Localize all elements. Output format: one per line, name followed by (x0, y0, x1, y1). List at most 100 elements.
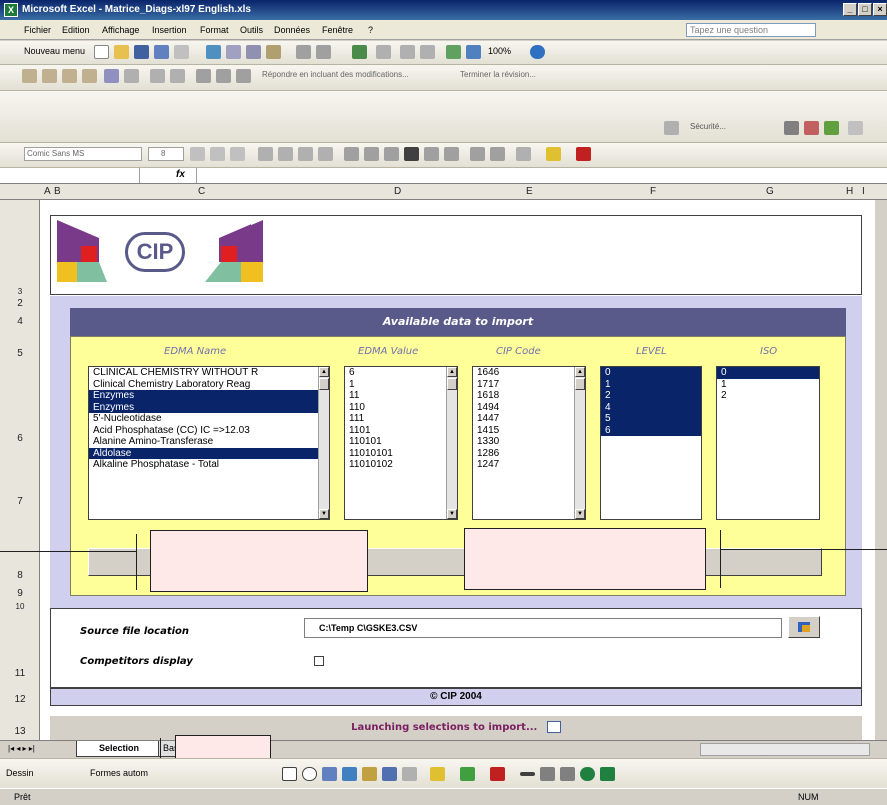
row-header-11[interactable]: 11 (0, 668, 40, 679)
line-color-icon[interactable] (460, 767, 475, 781)
save-icon[interactable] (134, 45, 149, 59)
col-header-c[interactable]: C (198, 186, 205, 197)
level-item[interactable]: 1 (601, 378, 701, 390)
edma-name-item[interactable]: 5'-Nucleotidase (89, 413, 329, 425)
minimize-button[interactable]: _ (843, 3, 857, 16)
picture-icon[interactable] (402, 767, 417, 781)
col-header-g[interactable]: G (766, 186, 774, 197)
competitors-checkbox[interactable] (314, 656, 324, 666)
redo-icon[interactable] (316, 45, 331, 59)
cip-code-item[interactable]: 1494 (473, 402, 585, 414)
edma-value-item[interactable]: 1 (345, 379, 457, 391)
row-header-8[interactable]: 8 (0, 570, 40, 581)
control-toolbox-icon[interactable] (784, 121, 799, 135)
security-button[interactable]: Sécurité... (690, 122, 726, 131)
level-item[interactable]: 6 (601, 424, 701, 436)
autosum-icon[interactable] (376, 45, 391, 59)
review-icon-11[interactable] (236, 69, 251, 83)
edma-value-item[interactable]: 111 (345, 413, 457, 425)
menu-format[interactable]: Format (200, 25, 229, 35)
edma-value-listbox[interactable]: 6 1 11 110 111 1101 110101 11010101 11010102 ▲ ▼ (344, 366, 458, 520)
level-item[interactable]: 4 (601, 401, 701, 413)
edma-name-item[interactable]: Alkaline Phosphatase - Total (89, 459, 329, 471)
tab-selection[interactable]: Selection (76, 741, 162, 757)
copy-icon[interactable] (246, 45, 261, 59)
scroll-up-icon[interactable]: ▲ (447, 367, 457, 377)
preview-icon[interactable] (174, 45, 189, 59)
fill-color-icon[interactable] (546, 147, 561, 161)
fill-color-draw-icon[interactable] (430, 767, 445, 781)
iso-item[interactable]: 2 (717, 390, 819, 402)
chart-wizard-icon[interactable] (446, 45, 461, 59)
clipart-icon[interactable] (382, 767, 397, 781)
menu-insertion[interactable]: Insertion (152, 25, 187, 35)
undo-icon[interactable] (296, 45, 311, 59)
euro-icon[interactable] (404, 147, 419, 161)
spell-icon[interactable] (206, 45, 221, 59)
font-color-icon[interactable] (576, 147, 591, 161)
italic-icon[interactable] (210, 147, 225, 161)
menu-help[interactable]: ? (368, 25, 373, 35)
underline-icon[interactable] (230, 147, 245, 161)
line-style-icon[interactable] (520, 772, 535, 776)
cip-code-item[interactable]: 1330 (473, 436, 585, 448)
col-header-b[interactable]: B (54, 186, 61, 197)
oval-icon[interactable] (302, 767, 317, 781)
cip-code-item[interactable]: 1717 (473, 379, 585, 391)
scroll-down-icon[interactable]: ▼ (319, 509, 329, 519)
reply-with-changes[interactable]: Répondre en incluant des modifications..… (262, 70, 409, 79)
name-box[interactable] (0, 168, 140, 183)
cip-code-scrollbar[interactable]: ▲ ▼ (574, 367, 585, 519)
launch-import-button[interactable]: Launching selections to import... (50, 716, 862, 740)
fx-icon[interactable]: fx (176, 169, 185, 180)
iso-listbox[interactable]: 012 (716, 366, 820, 520)
tab-nav-arrows[interactable]: |◂ ◂ ▸ ▸| (8, 744, 35, 753)
play-icon[interactable] (664, 121, 679, 135)
level-item[interactable]: 2 (601, 390, 701, 402)
drawing-icon[interactable] (466, 45, 481, 59)
browse-button[interactable] (788, 616, 820, 638)
col-header-d[interactable]: D (394, 186, 401, 197)
cip-code-item[interactable]: 1415 (473, 425, 585, 437)
edma-value-item[interactable]: 11010101 (345, 448, 457, 460)
cip-code-listbox[interactable]: 1646 1717 1618 1494 1447 1415 1330 1286 1247 ▲ ▼ (472, 366, 586, 520)
iso-item[interactable]: 1 (717, 379, 819, 391)
ask-question-input[interactable]: Tapez une question (686, 23, 816, 37)
review-icon-1[interactable] (22, 69, 37, 83)
col-header-a[interactable]: A (44, 186, 51, 197)
horizontal-scrollbar[interactable] (700, 743, 870, 756)
edma-name-item[interactable]: Clinical Chemistry Laboratory Reag (89, 379, 329, 391)
review-icon-5[interactable] (104, 69, 119, 83)
cip-code-item[interactable]: 1618 (473, 390, 585, 402)
review-icon-6[interactable] (124, 69, 139, 83)
review-icon-4[interactable] (82, 69, 97, 83)
cut-icon[interactable] (226, 45, 241, 59)
dec-decimal-icon[interactable] (444, 147, 459, 161)
edma-value-item[interactable]: 11 (345, 390, 457, 402)
menu-affichage[interactable]: Affichage (102, 25, 139, 35)
edma-name-listbox[interactable]: CLINICAL CHEMISTRY WITHOUT R Clinical Che… (88, 366, 330, 520)
align-center-icon[interactable] (278, 147, 293, 161)
scroll-thumb[interactable] (319, 378, 329, 390)
design-mode-icon[interactable] (804, 121, 819, 135)
sort-asc-icon[interactable] (400, 45, 415, 59)
autoshapes-menu[interactable]: Formes autom (90, 768, 148, 778)
thousands-icon[interactable] (384, 147, 399, 161)
row-header-7[interactable]: 7 (0, 496, 40, 507)
zoom-select[interactable]: 100% (488, 46, 511, 56)
row-header-4[interactable]: 4 (0, 316, 40, 327)
hyperlink-icon[interactable] (352, 45, 367, 59)
review-icon-9[interactable] (196, 69, 211, 83)
draw-menu[interactable]: Dessin (6, 768, 34, 778)
maximize-button[interactable]: □ (858, 3, 872, 16)
review-icon-2[interactable] (42, 69, 57, 83)
level-listbox[interactable]: 012456 (600, 366, 702, 520)
scroll-down-icon[interactable]: ▼ (575, 509, 585, 519)
new-icon[interactable] (94, 45, 109, 59)
row-header-3[interactable]: 3 (0, 287, 40, 296)
cip-code-item[interactable]: 1247 (473, 459, 585, 471)
cip-code-item[interactable]: 1646 (473, 367, 585, 379)
sort-desc-icon[interactable] (420, 45, 435, 59)
paste-icon[interactable] (266, 45, 281, 59)
row-header-2[interactable]: 2 (0, 298, 40, 309)
